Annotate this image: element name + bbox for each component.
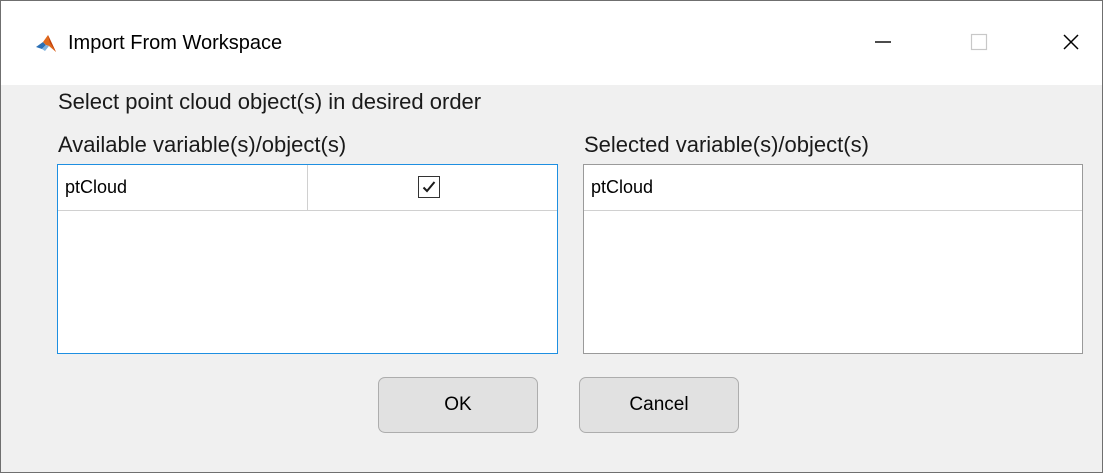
import-dialog-window: Import From Workspace Select point cloud…: [0, 0, 1103, 473]
selected-objects-table[interactable]: ptCloud: [583, 164, 1083, 354]
close-icon: [1061, 32, 1081, 57]
available-objects-table[interactable]: ptCloud: [57, 164, 558, 354]
maximize-button[interactable]: [949, 21, 1009, 67]
table-row[interactable]: ptCloud: [58, 165, 557, 211]
title-bar[interactable]: Import From Workspace: [1, 1, 1102, 85]
minimize-icon: [873, 32, 893, 57]
close-button[interactable]: [1041, 21, 1101, 67]
table-row[interactable]: ptCloud: [584, 165, 1082, 211]
window-title: Import From Workspace: [68, 32, 283, 54]
selected-list-label: Selected variable(s)/object(s): [584, 132, 869, 157]
checkmark-icon: [422, 181, 436, 193]
minimize-button[interactable]: [853, 21, 913, 67]
available-list-label: Available variable(s)/object(s): [58, 132, 347, 157]
maximize-icon: [970, 33, 988, 56]
instruction-text: Select point cloud object(s) in desired …: [58, 89, 482, 114]
ok-button[interactable]: OK: [378, 377, 538, 433]
column-divider: [307, 165, 308, 210]
matlab-icon[interactable]: [35, 33, 57, 55]
variable-name-cell[interactable]: ptCloud: [65, 177, 127, 198]
variable-name-cell[interactable]: ptCloud: [591, 177, 653, 198]
select-checkbox[interactable]: [418, 176, 440, 198]
cancel-button[interactable]: Cancel: [579, 377, 739, 433]
